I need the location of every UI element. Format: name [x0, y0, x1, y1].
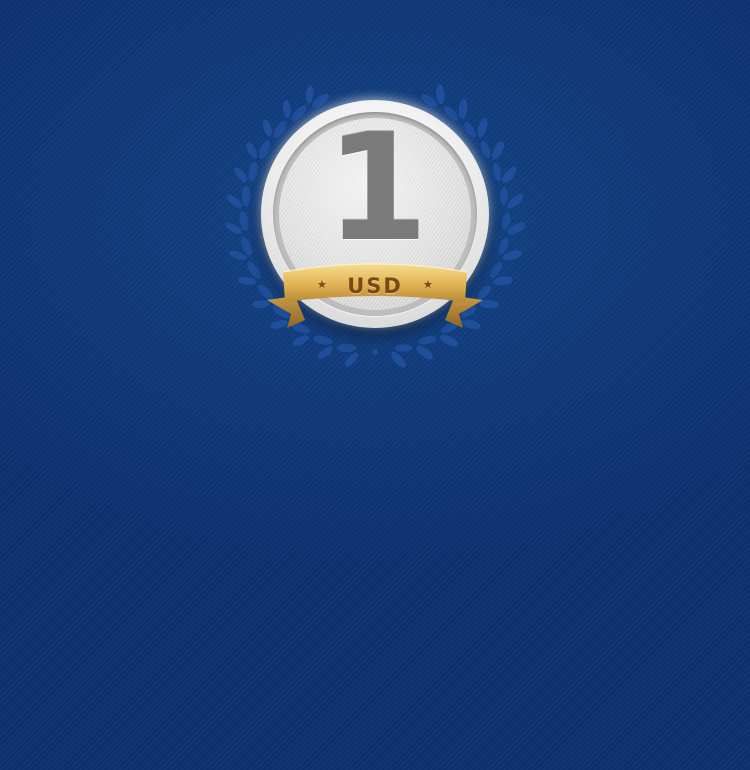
- laurel-leaf: [238, 276, 257, 285]
- laurel-leaf: [492, 162, 502, 181]
- currency-badge: 1 ★ USD ★: [225, 70, 525, 370]
- laurel-leaf: [262, 119, 272, 137]
- laurel-leaf: [248, 161, 258, 182]
- laurel-leaf: [394, 344, 413, 352]
- laurel-leaf: [502, 166, 517, 184]
- laurel-leaf: [507, 194, 524, 209]
- laurel-leaf: [500, 187, 508, 205]
- laurel-leaf: [317, 346, 333, 359]
- laurel-leaf: [234, 167, 248, 183]
- laurel-leaf: [492, 276, 513, 286]
- laurel-leaf: [435, 84, 445, 105]
- laurel-leaf: [480, 141, 491, 158]
- star-icon: ★: [423, 278, 433, 291]
- ribbon-banner: ★ USD ★: [265, 258, 485, 338]
- laurel-leaf: [391, 351, 406, 368]
- laurel-leaf: [416, 345, 434, 360]
- laurel-leaf: [283, 100, 291, 119]
- laurel-leaf: [492, 141, 505, 160]
- laurel-leaf: [477, 118, 488, 138]
- laurel-leaf: [227, 194, 242, 208]
- ribbon-shape: [267, 263, 483, 328]
- laurel-leaf: [259, 140, 270, 159]
- laurel-leaf: [344, 352, 359, 367]
- currency-label: USD: [347, 274, 403, 298]
- laurel-leaf: [458, 99, 468, 120]
- laurel-leaf: [246, 142, 258, 159]
- laurel-leaf: [421, 94, 437, 107]
- coin-value: 1: [325, 118, 429, 274]
- laurel-leaf: [502, 212, 511, 230]
- laurel-leaf: [305, 85, 314, 104]
- laurel-leaf: [336, 343, 357, 353]
- laurel-leaf: [241, 186, 251, 206]
